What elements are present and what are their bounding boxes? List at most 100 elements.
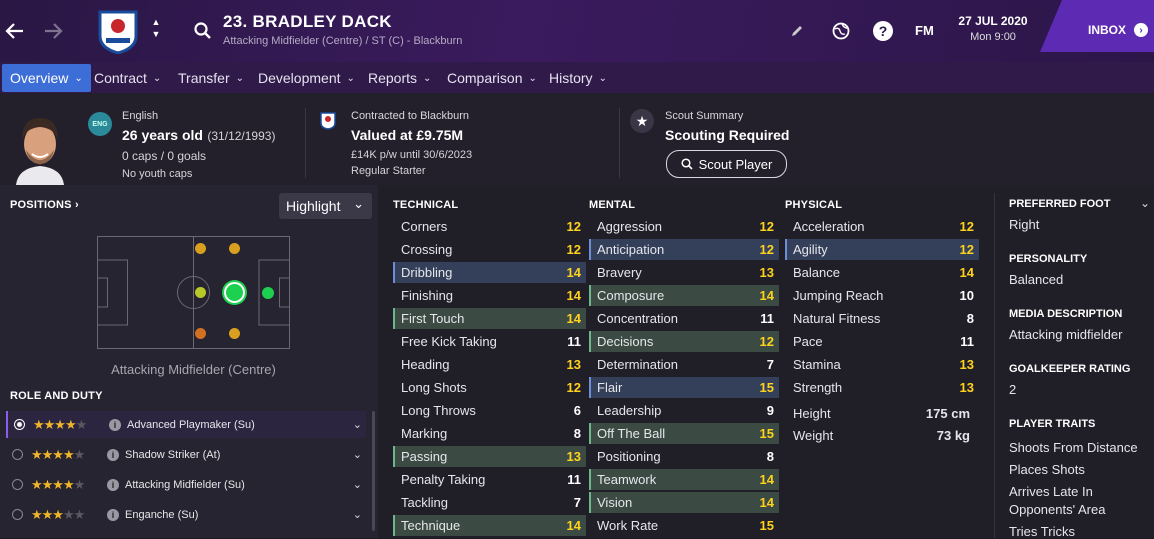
attribute-name: Determination xyxy=(597,357,678,372)
chevron-down-icon[interactable]: ⌄ xyxy=(353,448,362,461)
inbox-button[interactable]: INBOX › xyxy=(1040,0,1154,52)
role-label: Shadow Striker (At) xyxy=(125,448,221,461)
role-radio[interactable] xyxy=(12,509,23,520)
attribute-row[interactable]: Marking 8 xyxy=(393,423,586,444)
position-dot-mr xyxy=(195,243,206,254)
tab-transfer[interactable]: Transfer ⌄ xyxy=(170,64,252,92)
nation-badge: ENG xyxy=(88,112,112,136)
attribute-row[interactable]: Long Shots 12 xyxy=(393,377,586,398)
attribute-row[interactable]: Long Throws 6 xyxy=(393,400,586,421)
help-icon[interactable]: ? xyxy=(872,20,894,42)
attribute-row[interactable]: Natural Fitness 8 xyxy=(785,308,979,329)
attribute-row[interactable]: Heading 13 xyxy=(393,354,586,375)
scout-player-button[interactable]: Scout Player xyxy=(666,150,787,178)
forward-arrow-icon[interactable] xyxy=(42,20,64,42)
personality-value: Balanced xyxy=(1009,272,1064,287)
role-row[interactable]: ★★★★★ i Attacking Midfielder (Su) ⌄ xyxy=(6,471,366,498)
attribute-row[interactable]: Concentration 11 xyxy=(589,308,779,329)
attribute-row[interactable]: Technique 14 xyxy=(393,515,586,536)
role-radio[interactable] xyxy=(14,419,25,430)
date-of-birth: (31/12/1993) xyxy=(207,129,276,143)
attribute-row[interactable]: Penalty Taking 11 xyxy=(393,469,586,490)
role-radio[interactable] xyxy=(12,449,23,460)
attribute-row[interactable]: Anticipation 12 xyxy=(589,239,779,260)
attribute-row[interactable]: Work Rate 15 xyxy=(589,515,779,536)
search-icon[interactable] xyxy=(192,20,214,42)
tab-contract[interactable]: Contract ⌄ xyxy=(86,64,169,92)
attribute-row[interactable]: Leadership 9 xyxy=(589,400,779,421)
info-icon[interactable]: i xyxy=(107,448,119,461)
highlight-dropdown[interactable]: Highlight ⌄ xyxy=(279,193,372,219)
attribute-row[interactable]: Passing 13 xyxy=(393,446,586,467)
attribute-row[interactable]: Pace 11 xyxy=(785,331,979,352)
attribute-name: First Touch xyxy=(401,311,465,326)
attribute-row[interactable]: Stamina 13 xyxy=(785,354,979,375)
attribute-row[interactable]: Vision 14 xyxy=(589,492,779,513)
attribute-row[interactable]: Jumping Reach 10 xyxy=(785,285,979,306)
attribute-name: Acceleration xyxy=(793,219,865,234)
chevron-down-icon[interactable]: ⌄ xyxy=(353,478,362,491)
attribute-row[interactable]: Crossing 12 xyxy=(393,239,586,260)
tab-overview[interactable]: Overview ⌄ xyxy=(2,64,91,92)
attribute-row[interactable]: Composure 14 xyxy=(589,285,779,306)
attribute-row[interactable]: Bravery 13 xyxy=(589,262,779,283)
attribute-row[interactable]: Finishing 14 xyxy=(393,285,586,306)
attribute-value: 14 xyxy=(759,472,774,487)
top-header: ▲ ▼ 23. BRADLEY DACK Attacking Midfielder… xyxy=(0,0,1154,62)
attribute-name: Natural Fitness xyxy=(793,311,881,326)
club-crest-icon[interactable] xyxy=(96,8,140,55)
attribute-row[interactable]: Agility 12 xyxy=(785,239,979,260)
attribute-row[interactable]: Tackling 7 xyxy=(393,492,586,513)
chevron-down-icon[interactable]: ⌄ xyxy=(353,418,362,431)
info-icon[interactable]: i xyxy=(107,508,119,521)
chevron-down-icon[interactable]: ⌄ xyxy=(1140,196,1150,210)
attribute-row[interactable]: Decisions 12 xyxy=(589,331,779,352)
attribute-row[interactable]: Off The Ball 15 xyxy=(589,423,779,444)
chevron-down-icon: ⌄ xyxy=(346,72,355,84)
attribute-row[interactable]: Determination 7 xyxy=(589,354,779,375)
attribute-name: Off The Ball xyxy=(597,426,666,441)
attribute-row[interactable]: Aggression 12 xyxy=(589,216,779,237)
attribute-name: Pace xyxy=(793,334,823,349)
role-row[interactable]: ★★★★★ i Advanced Playmaker (Su) ⌄ xyxy=(6,411,366,438)
media-description-value: Attacking midfielder xyxy=(1009,327,1123,342)
attribute-row[interactable]: Balance 14 xyxy=(785,262,979,283)
attribute-name: Composure xyxy=(597,288,665,303)
globe-icon[interactable] xyxy=(830,20,852,42)
attribute-value: 14 xyxy=(959,265,974,280)
role-row[interactable]: ★★★★★ i Shadow Striker (At) ⌄ xyxy=(6,441,366,468)
tab-development[interactable]: Development ⌄ xyxy=(250,64,363,92)
attribute-row[interactable]: Flair 15 xyxy=(589,377,779,398)
attribute-value: 14 xyxy=(566,518,581,533)
attribute-row[interactable]: Corners 12 xyxy=(393,216,586,237)
tab-reports[interactable]: Reports ⌄ xyxy=(360,64,439,92)
positions-title[interactable]: POSITIONS › xyxy=(10,199,79,211)
game-date[interactable]: 27 JUL 2020 Mon 9:00 xyxy=(948,8,1038,48)
attribute-value: 11 xyxy=(760,311,774,326)
chevron-down-icon[interactable]: ⌄ xyxy=(353,508,362,521)
roles-scrollbar[interactable] xyxy=(372,411,375,531)
position-dot-amr xyxy=(229,243,240,254)
attribute-value: 11 xyxy=(960,334,974,349)
attribute-row[interactable]: Positioning 8 xyxy=(589,446,779,467)
tab-history[interactable]: History ⌄ xyxy=(541,64,615,92)
attribute-row[interactable]: Dribbling 14 xyxy=(393,262,586,283)
attribute-name: Decisions xyxy=(597,334,654,349)
role-label: Advanced Playmaker (Su) xyxy=(127,418,255,431)
attribute-row[interactable]: Acceleration 12 xyxy=(785,216,979,237)
edit-pencil-icon[interactable] xyxy=(788,22,806,40)
attribute-row[interactable]: Teamwork 14 xyxy=(589,469,779,490)
attribute-value: 8 xyxy=(966,311,974,326)
attribute-row[interactable]: First Touch 14 xyxy=(393,308,586,329)
attribute-row[interactable]: Free Kick Taking 11 xyxy=(393,331,586,352)
role-radio[interactable] xyxy=(12,479,23,490)
info-icon[interactable]: i xyxy=(109,418,121,431)
tab-comparison[interactable]: Comparison ⌄ xyxy=(439,64,545,92)
attribute-row[interactable]: Strength 13 xyxy=(785,377,979,398)
crest-switch-arrows[interactable]: ▲ ▼ xyxy=(150,16,162,44)
fm-menu-button[interactable]: FM xyxy=(915,23,934,38)
back-arrow-icon[interactable] xyxy=(4,20,26,42)
attribute-value: 14 xyxy=(566,265,581,280)
info-icon[interactable]: i xyxy=(107,478,119,491)
role-row[interactable]: ★★★★★ i Enganche (Su) ⌄ xyxy=(6,501,366,528)
